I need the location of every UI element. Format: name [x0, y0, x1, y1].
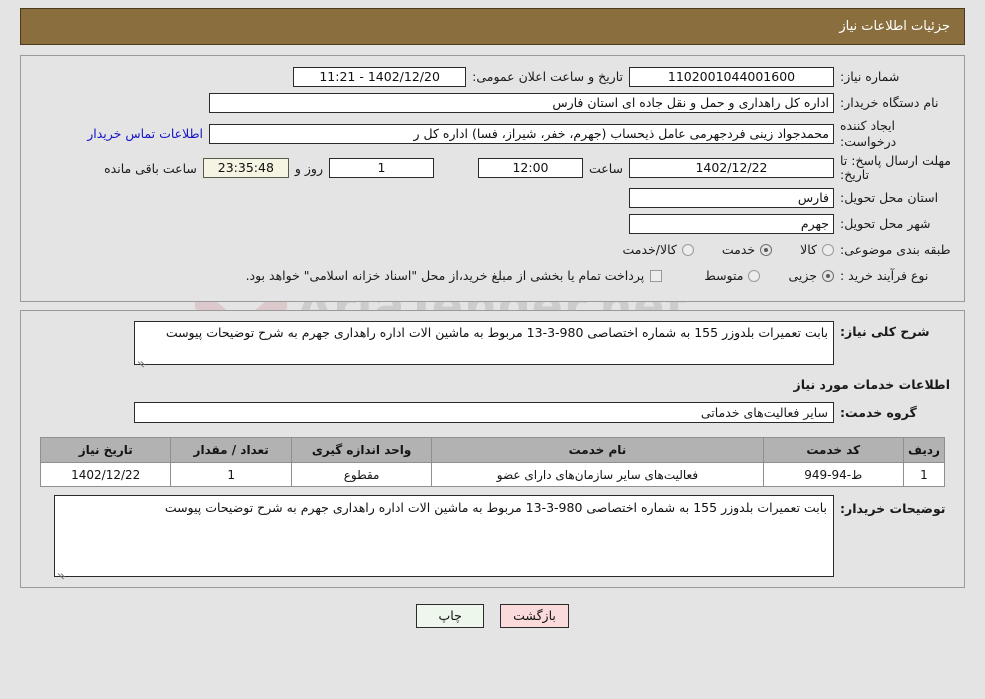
row-process-type: نوع فرآیند خرید : جزیی متوسط پرداخت تمام…: [33, 265, 952, 286]
row-buyer-notes: توضیحات خریدار: بابت تعمیرات بلدوزر 155 …: [33, 495, 952, 580]
process-option-motevaset[interactable]: متوسط: [704, 268, 761, 284]
service-group-value: سایر فعالیت‌های خدماتی: [134, 402, 834, 424]
radio-icon[interactable]: [760, 243, 773, 256]
category-label: طبقه بندی موضوعی:: [840, 241, 951, 257]
items-table-head: ردیف کد خدمت نام خدمت واحد اندازه گیری ت…: [39, 437, 946, 464]
row-summary: شرح کلی نیاز: بابت تعمیرات بلدوزر 155 به…: [33, 321, 952, 368]
category-radio-group: کالا خدمت کالا/خدمت: [594, 242, 834, 257]
row-buyer-org: نام دستگاه خریدار: اداره کل راهداری و حم…: [33, 92, 952, 113]
print-button[interactable]: چاپ: [416, 604, 485, 629]
buyer-org-value: اداره کل راهداری و حمل و نقل جاده ای است…: [209, 92, 834, 113]
category-option-kala-khedmat[interactable]: کالا/خدمت: [622, 242, 694, 258]
services-heading: اطلاعات خدمات مورد نیاز: [793, 377, 951, 393]
th-unit: واحد اندازه گیری: [290, 437, 433, 464]
buyer-org-label: نام دستگاه خریدار:: [840, 94, 939, 110]
items-table-body: 1 ط-94-949 فعالیت‌های سایر سازمان‌های دا…: [39, 462, 946, 488]
cell-radif: 1: [902, 462, 946, 488]
resize-grip-icon[interactable]: [137, 353, 147, 368]
process-radio-group: جزیی متوسط: [676, 268, 834, 283]
back-button[interactable]: بازگشت: [500, 604, 569, 629]
row-city: شهر محل تحویل: جهرم: [33, 213, 952, 234]
row-need-number: شماره نیاز: 1102001044001600 تاریخ و ساع…: [33, 66, 952, 87]
service-group-label: گروه خدمت:: [840, 405, 917, 421]
countdown-label: ساعت باقی مانده: [104, 160, 197, 176]
summary-textarea[interactable]: بابت تعمیرات بلدوزر 155 به شماره اختصاصی…: [134, 321, 834, 368]
footer-actions: بازگشت چاپ: [0, 604, 985, 629]
buyer-contact-link[interactable]: اطلاعات تماس خریدار: [81, 126, 209, 141]
items-table: ردیف کد خدمت نام خدمت واحد اندازه گیری ت…: [39, 437, 946, 488]
cell-need-date: 1402/12/22: [39, 462, 172, 488]
row-deadline: مهلت ارسال پاسخ: تا تاریخ: 1402/12/22 سا…: [33, 154, 952, 182]
category-option-khedmat[interactable]: خدمت: [721, 242, 773, 258]
need-number-value: 1102001044001600: [629, 66, 834, 87]
requester-value: محمدجواد زینی فردجهرمی عامل ذیحساب (جهرم…: [209, 123, 834, 144]
table-header-row: ردیف کد خدمت نام خدمت واحد اندازه گیری ت…: [39, 437, 946, 464]
cell-unit: مقطوع: [290, 462, 433, 488]
category-option-label: کالا: [800, 242, 817, 258]
countdown-timer: 23:35:48: [202, 158, 289, 179]
th-quantity: تعداد / مقدار: [170, 437, 292, 464]
radio-icon[interactable]: [822, 243, 834, 256]
th-need-date: تاریخ نیاز: [39, 437, 172, 464]
process-option-jozii[interactable]: جزیی: [788, 268, 834, 283]
buyer-notes-textarea[interactable]: بابت تعمیرات بلدوزر 155 به شماره اختصاصی…: [54, 495, 834, 580]
process-type-label: نوع فرآیند خرید :: [840, 267, 929, 283]
row-category: طبقه بندی موضوعی: کالا خدمت کالا/خدمت: [33, 239, 952, 260]
page-root: جزئیات اطلاعات نیاز شماره نیاز: 11020010…: [0, 8, 985, 629]
treasury-note-label: پرداخت تمام یا بخشی از مبلغ خرید،از محل …: [245, 268, 645, 284]
process-option-label: متوسط: [704, 268, 744, 284]
items-table-wrap: ردیف کد خدمت نام خدمت واحد اندازه گیری ت…: [33, 433, 952, 488]
radio-icon[interactable]: [681, 243, 694, 256]
deadline-time-value: 12:00: [477, 158, 583, 179]
need-info-panel: شماره نیاز: 1102001044001600 تاریخ و ساع…: [20, 55, 965, 303]
row-requester: ایجاد کننده درخواست: محمدجواد زینی فردجه…: [33, 118, 952, 149]
treasury-checkbox-item[interactable]: پرداخت تمام یا بخشی از مبلغ خرید،از محل …: [246, 268, 663, 283]
buyer-notes-label: توضیحات خریدار:: [840, 501, 946, 517]
summary-text: بابت تعمیرات بلدوزر 155 به شماره اختصاصی…: [165, 325, 828, 341]
summary-label: شرح کلی نیاز:: [840, 324, 930, 340]
radio-icon[interactable]: [748, 269, 761, 282]
table-row: 1 ط-94-949 فعالیت‌های سایر سازمان‌های دا…: [39, 462, 946, 488]
th-service-name: نام خدمت: [431, 437, 764, 464]
announce-value: 1402/12/20 - 11:21: [293, 66, 467, 87]
process-option-label: جزیی: [788, 268, 817, 284]
category-option-label: کالا/خدمت: [622, 242, 677, 258]
checkbox-icon[interactable]: [650, 269, 663, 282]
remaining-days-label: روز و: [294, 160, 323, 176]
category-option-label: خدمت: [721, 242, 756, 258]
th-radif: ردیف: [902, 437, 946, 464]
deadline-time-label: ساعت: [588, 160, 623, 176]
need-details-panel: شرح کلی نیاز: بابت تعمیرات بلدوزر 155 به…: [20, 310, 965, 589]
cell-service-name: فعالیت‌های سایر سازمان‌های دارای عضو: [431, 462, 764, 488]
row-province: استان محل تحویل: فارس: [33, 187, 952, 208]
deadline-label: مهلت ارسال پاسخ: تا تاریخ:: [840, 153, 951, 183]
remaining-days-value: 1: [328, 158, 434, 179]
province-label: استان محل تحویل:: [840, 189, 939, 205]
radio-icon[interactable]: [822, 269, 834, 282]
cell-service-code: ط-94-949: [762, 462, 904, 488]
announce-label: تاریخ و ساعت اعلان عمومی:: [472, 69, 623, 84]
city-value: جهرم: [629, 213, 834, 234]
requester-label: ایجاد کننده درخواست:: [840, 118, 897, 149]
row-service-group: گروه خدمت: سایر فعالیت‌های خدماتی: [33, 402, 952, 424]
resize-grip-icon[interactable]: [57, 565, 67, 580]
province-value: فارس: [629, 187, 834, 208]
city-label: شهر محل تحویل:: [840, 215, 931, 231]
category-option-kala[interactable]: کالا: [800, 242, 834, 257]
cell-quantity: 1: [170, 462, 292, 488]
need-number-label: شماره نیاز:: [840, 68, 900, 84]
deadline-date-value: 1402/12/22: [629, 158, 834, 179]
th-service-code: کد خدمت: [762, 437, 904, 464]
page-header: جزئیات اطلاعات نیاز: [20, 8, 965, 45]
page-title: جزئیات اطلاعات نیاز: [839, 19, 950, 34]
buyer-notes-text: بابت تعمیرات بلدوزر 155 به شماره اختصاصی…: [164, 500, 827, 516]
